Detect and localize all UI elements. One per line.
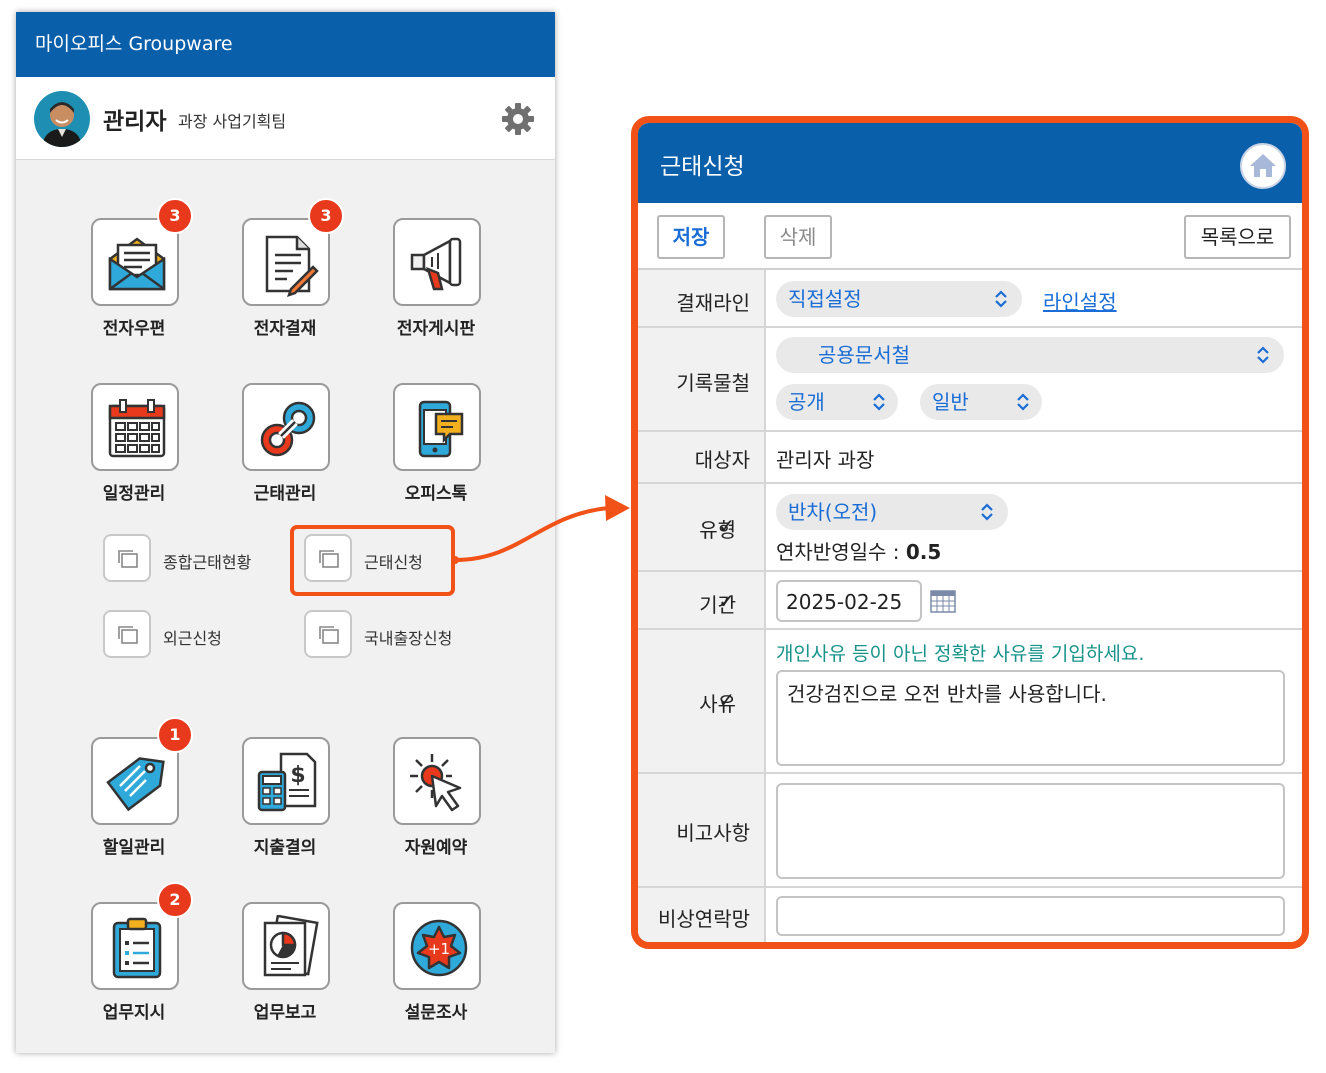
form-header: 근태신청 <box>638 123 1302 203</box>
period-label: 기간 <box>699 593 736 617</box>
remarks-label: 비고사항 <box>676 821 750 845</box>
reason-label: 사유 <box>699 692 736 716</box>
type-row: ✓ 유형 반차(오전) 연차반영일수 : 0.5 <box>638 484 1302 572</box>
approval-line-select[interactable]: 직접설정 <box>776 281 1022 317</box>
form-title: 근태신청 <box>660 154 745 180</box>
remarks-row: 비고사항 <box>638 774 1302 888</box>
attendance-request-form: 근태신청 저장 삭제 목록으로 결재라인 직접설정 라인설정 기록물철 공용문서… <box>631 116 1309 949</box>
record-file-row: 기록물철 공용문서철 공개 일반 <box>638 328 1302 432</box>
emergency-contact-label: 비상연락망 <box>658 907 750 931</box>
approval-line-row: 결재라인 직접설정 라인설정 <box>638 270 1302 328</box>
category-select[interactable]: 일반 <box>920 384 1042 420</box>
reason-hint: 개인사유 등이 아닌 정확한 사유를 기입하세요. <box>776 643 1145 665</box>
record-file-select[interactable]: 공용문서철 <box>776 337 1284 373</box>
target-label: 대상자 <box>694 448 750 472</box>
form-toolbar: 저장 삭제 목록으로 <box>638 203 1302 270</box>
home-button[interactable] <box>1240 143 1286 189</box>
updown-chevron-icon <box>995 290 1007 308</box>
approval-line-label: 결재라인 <box>676 291 750 315</box>
period-row: ✓ 기간 2025-02-25 <box>638 572 1302 630</box>
save-button[interactable]: 저장 <box>657 215 725 259</box>
reason-textarea[interactable]: 건강검진으로 오전 반차를 사용합니다. <box>776 670 1285 766</box>
visibility-select[interactable]: 공개 <box>776 384 898 420</box>
leave-days-label: 연차반영일수 : <box>776 540 906 564</box>
target-row: 대상자 관리자 과장 <box>638 432 1302 484</box>
leave-days-value: 0.5 <box>905 540 942 564</box>
type-label: 유형 <box>699 518 736 542</box>
updown-chevron-icon <box>873 393 885 411</box>
back-to-list-button[interactable]: 목록으로 <box>1184 215 1291 259</box>
delete-button[interactable]: 삭제 <box>764 215 832 259</box>
updown-chevron-icon <box>981 503 993 521</box>
reason-row: ✓ 사유 개인사유 등이 아닌 정확한 사유를 기입하세요. 건강검진으로 오전 … <box>638 630 1302 774</box>
home-icon <box>1250 154 1276 177</box>
updown-chevron-icon <box>1017 393 1029 411</box>
remarks-textarea[interactable] <box>776 783 1285 879</box>
line-settings-link[interactable]: 라인설정 <box>1043 286 1117 315</box>
calendar-picker-icon[interactable] <box>930 589 956 613</box>
record-file-label: 기록물철 <box>676 371 750 395</box>
emergency-contact-row: 비상연락망 <box>638 888 1302 942</box>
type-select[interactable]: 반차(오전) <box>776 494 1008 530</box>
emergency-contact-input[interactable] <box>776 896 1285 936</box>
date-input[interactable]: 2025-02-25 <box>776 580 922 622</box>
target-value: 관리자 과장 <box>776 448 875 472</box>
updown-chevron-icon <box>1257 346 1269 364</box>
